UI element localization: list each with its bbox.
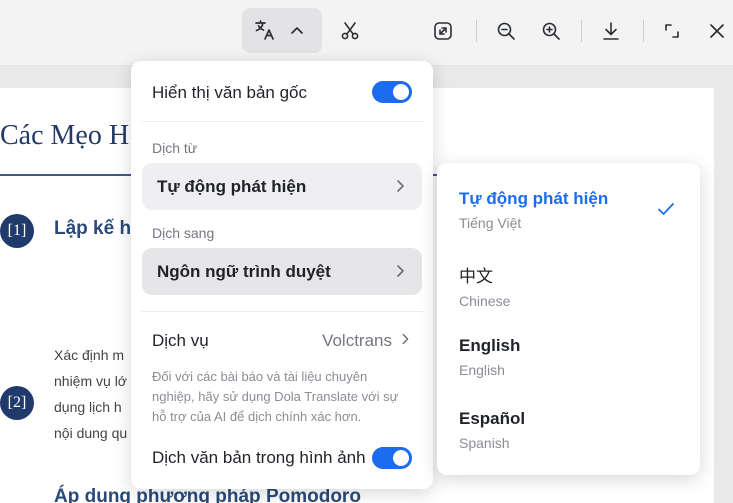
source-language-select[interactable]: Tự động phát hiện (142, 163, 422, 210)
panel-divider (141, 311, 423, 312)
service-value: Volctrans (322, 331, 392, 350)
chevron-right-icon (398, 331, 412, 351)
language-option[interactable]: English English (459, 336, 679, 378)
language-option[interactable]: 中文 Chinese (459, 262, 679, 309)
language-name: Español (459, 409, 526, 428)
image-translate-toggle[interactable] (372, 447, 412, 469)
language-name: 中文 (459, 267, 493, 286)
document-title: Các Mẹo H (0, 120, 130, 151)
translate-settings-panel: Hiển thị văn bản gốc Dịch từ Tự động phá… (131, 61, 433, 489)
toolbar-divider (476, 20, 477, 42)
section-number-badge: [1] (0, 214, 34, 248)
zoom-out-icon[interactable] (495, 20, 517, 42)
language-subtitle: Tiếng Việt (459, 215, 522, 231)
translate-button[interactable] (242, 8, 322, 53)
language-subtitle: English (459, 362, 505, 378)
section-heading: Lập kế h (54, 218, 132, 239)
service-note: Đối với các bài báo và tài liệu chuyên n… (152, 369, 399, 424)
toolbar-divider (643, 20, 644, 42)
paragraph-line: dụng lịch h (54, 399, 122, 415)
language-subtitle: Spanish (459, 435, 510, 451)
close-icon[interactable] (706, 20, 728, 42)
source-language-value: Tự động phát hiện (157, 176, 307, 196)
language-option[interactable]: Español Spanish (459, 409, 679, 451)
download-icon[interactable] (600, 20, 622, 42)
language-subtitle: Chinese (459, 293, 511, 309)
paragraph-line: Xác định m (54, 347, 125, 363)
paragraph-line: nội dung qu (54, 425, 128, 441)
language-name: Tự động phát hiện (459, 189, 609, 208)
source-language-menu: Tự động phát hiện Tiếng Việt 中文 Chinese … (437, 163, 700, 475)
language-name: English (459, 336, 521, 355)
chevron-up-icon (289, 22, 305, 38)
image-translate-label: Dịch văn bản trong hình ảnh (152, 448, 366, 467)
panel-divider (141, 121, 423, 122)
service-label: Dịch vụ (152, 331, 209, 350)
zoom-in-icon[interactable] (540, 20, 562, 42)
language-option[interactable]: Tự động phát hiện Tiếng Việt (459, 189, 679, 231)
target-language-value: Ngôn ngữ trình duyệt (157, 261, 331, 281)
section-number-badge: [2] (0, 386, 34, 420)
scissors-icon[interactable] (339, 20, 361, 42)
chevron-right-icon (392, 263, 408, 284)
expand-icon[interactable] (661, 20, 683, 42)
translate-from-caption: Dịch từ (152, 140, 198, 156)
open-external-icon[interactable] (432, 20, 454, 42)
toolbar-divider (581, 20, 582, 42)
checkmark-icon (656, 199, 676, 224)
paragraph-line: nhiệm vụ lớ (54, 373, 127, 389)
translate-icon (254, 19, 276, 41)
translate-to-caption: Dịch sang (152, 225, 215, 241)
target-language-select[interactable]: Ngôn ngữ trình duyệt (142, 248, 422, 295)
chevron-right-icon (392, 178, 408, 199)
show-original-toggle[interactable] (372, 81, 412, 103)
viewer-toolbar (0, 0, 733, 66)
service-row[interactable]: Dịch vụ Volctrans (152, 331, 412, 351)
